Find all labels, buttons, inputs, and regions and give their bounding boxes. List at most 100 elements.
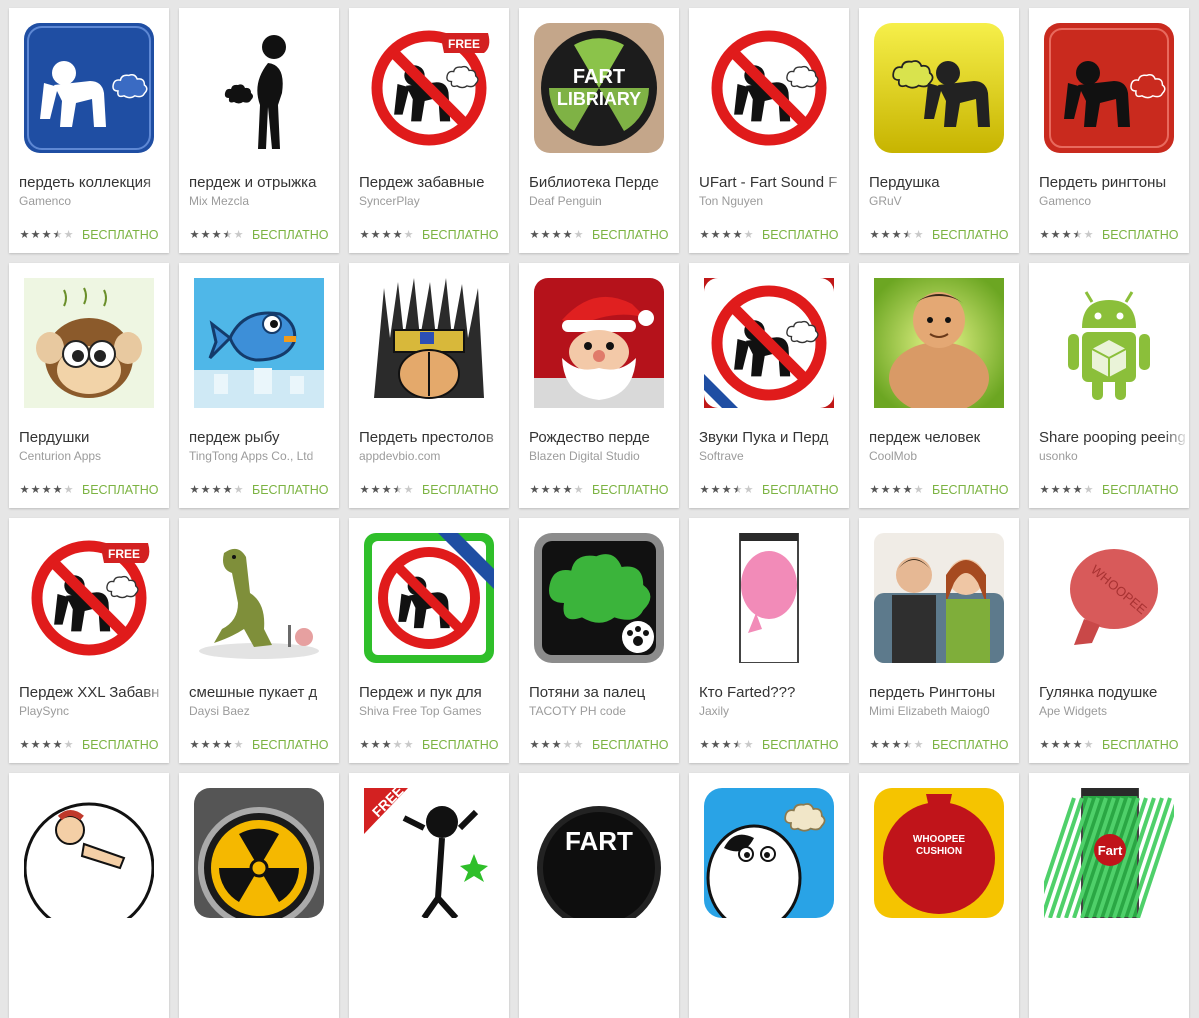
android-robot-icon[interactable] — [1044, 278, 1174, 408]
price-free-button[interactable]: БЕСПЛАТНО — [592, 483, 669, 497]
squatting-man-blue-icon[interactable] — [24, 23, 154, 153]
app-card[interactable]: UFart - Fart Sound F Ton Nguyen ★★★★★ БЕСПЛ… — [689, 8, 849, 253]
app-card[interactable]: пердеж человек CoolMob ★★★★★ БЕСПЛАТНО — [859, 263, 1019, 508]
price-free-button[interactable]: БЕСПЛАТНО — [762, 738, 839, 752]
app-title[interactable]: Пердушка — [869, 174, 1019, 191]
whoopee-cushion-red-icon[interactable]: WHOOPEE CUSHION — [874, 788, 1004, 918]
app-title[interactable]: Пердеж и пук для — [359, 684, 509, 701]
app-card[interactable]: FREE Пердеж забавные SyncerPlay ★★★★★ БЕСПЛА… — [349, 8, 509, 253]
price-free-button[interactable]: БЕСПЛАТНО — [252, 228, 329, 242]
santa-face-icon[interactable] — [534, 278, 664, 408]
price-free-button[interactable]: БЕСПЛАТНО — [1102, 738, 1179, 752]
app-developer[interactable]: Gamenco — [1039, 194, 1184, 208]
price-free-button[interactable]: БЕСПЛАТНО — [82, 483, 159, 497]
app-card[interactable]: Fart — [1029, 773, 1189, 1018]
no-fart-sign-free-icon[interactable]: FREE — [24, 533, 154, 663]
app-title[interactable]: Пердеж XXL Забавн — [19, 684, 169, 701]
price-free-button[interactable]: БЕСПЛАТНО — [1102, 228, 1179, 242]
app-card[interactable]: Share pooping peeing usonko ★★★★★ БЕСПЛАТНО — [1029, 263, 1189, 508]
app-developer[interactable]: Ton Nguyen — [699, 194, 844, 208]
laughing-people-photo-icon[interactable] — [874, 533, 1004, 663]
app-card[interactable]: FREE — [349, 773, 509, 1018]
app-title[interactable]: Звуки Пука и Перд — [699, 429, 849, 446]
app-card[interactable]: FART LIBRIARY Библиотека Перде Deaf Pengui… — [519, 8, 679, 253]
app-card[interactable]: FART — [519, 773, 679, 1018]
monkey-cartoon-icon[interactable] — [24, 278, 154, 408]
red-squatting-man-icon[interactable] — [1044, 23, 1174, 153]
no-fart-sign-free-icon[interactable]: FREE — [364, 23, 494, 153]
app-developer[interactable]: Gamenco — [19, 194, 164, 208]
app-card[interactable]: Пердушка GRuV ★★★★★ БЕСПЛАТНО — [859, 8, 1019, 253]
price-free-button[interactable]: БЕСПЛАТНО — [252, 738, 329, 752]
cartoon-man-icon[interactable] — [24, 788, 154, 918]
app-title[interactable]: пердеж и отрыжка — [189, 174, 339, 191]
no-fart-sign-free-ribbon-icon[interactable] — [704, 278, 834, 408]
app-card[interactable] — [689, 773, 849, 1018]
app-title[interactable]: UFart - Fart Sound F — [699, 174, 849, 191]
app-card[interactable] — [9, 773, 169, 1018]
price-free-button[interactable]: БЕСПЛАТНО — [592, 228, 669, 242]
no-fart-sign-icon[interactable] — [704, 23, 834, 153]
app-title[interactable]: Кто Farted??? — [699, 684, 849, 701]
app-card[interactable]: Пердушки Centurion Apps ★★★★★ БЕСПЛАТНО — [9, 263, 169, 508]
app-card[interactable]: пердеж и отрыжка Mix Mezcla ★★★★★ БЕСПЛАТНО — [179, 8, 339, 253]
app-developer[interactable]: Centurion Apps — [19, 449, 164, 463]
fart-library-radiation-icon[interactable]: FART LIBRIARY — [534, 23, 664, 153]
app-developer[interactable]: PlaySync — [19, 704, 164, 718]
app-title[interactable]: пердеть коллекция — [19, 174, 169, 191]
fart-phone-green-icon[interactable]: Fart — [1044, 788, 1174, 918]
stick-figure-cloud-icon[interactable] — [194, 23, 324, 153]
app-title[interactable]: Гулянка подушке — [1039, 684, 1189, 701]
app-title[interactable]: Пердеть престолов — [359, 429, 509, 446]
price-free-button[interactable]: БЕСПЛАТНО — [82, 738, 159, 752]
no-fart-green-free-icon[interactable] — [364, 533, 494, 663]
app-card[interactable]: Пердеть рингтоны Gamenco ★★★★★ БЕСПЛАТНО — [1029, 8, 1189, 253]
price-free-button[interactable]: БЕСПЛАТНО — [932, 738, 1009, 752]
app-card[interactable]: смешные пукает д Daysi Baez ★★★★★ БЕСПЛАТНО — [179, 518, 339, 763]
app-card[interactable]: пердеть Рингтоны Mimi Elizabeth Maiog0 ★★★… — [859, 518, 1019, 763]
app-title[interactable]: Пердушки — [19, 429, 169, 446]
price-free-button[interactable]: БЕСПЛАТНО — [422, 228, 499, 242]
app-developer[interactable]: TACOTY PH code — [529, 704, 674, 718]
price-free-button[interactable]: БЕСПЛАТНО — [932, 483, 1009, 497]
app-card[interactable]: Пердеть престолов appdevbio.com ★★★★★ БЕСПЛ… — [349, 263, 509, 508]
app-developer[interactable]: SyncerPlay — [359, 194, 504, 208]
app-developer[interactable]: GRuV — [869, 194, 1014, 208]
fat-man-icon[interactable] — [874, 278, 1004, 408]
app-developer[interactable]: Ape Widgets — [1039, 704, 1184, 718]
price-free-button[interactable]: БЕСПЛАТНО — [762, 228, 839, 242]
whoopee-cushion-icon[interactable]: WHOOPEE — [1044, 533, 1174, 663]
app-developer[interactable]: Daysi Baez — [189, 704, 334, 718]
app-developer[interactable]: TingTong Apps Co., Ltd — [189, 449, 334, 463]
price-free-button[interactable]: БЕСПЛАТНО — [592, 738, 669, 752]
app-developer[interactable]: usonko — [1039, 449, 1184, 463]
app-title[interactable]: пердеж рыбу — [189, 429, 339, 446]
app-title[interactable]: Потяни за палец — [529, 684, 679, 701]
dinosaur-icon[interactable] — [194, 533, 324, 663]
app-title[interactable]: Рождество перде — [529, 429, 679, 446]
pink-balloon-phone-icon[interactable] — [704, 533, 834, 663]
price-free-button[interactable]: БЕСПЛАТНО — [762, 483, 839, 497]
free-stick-figure-icon[interactable]: FREE — [364, 788, 494, 918]
app-title[interactable]: смешные пукает д — [189, 684, 339, 701]
app-developer[interactable]: Mimi Elizabeth Maiog0 — [869, 704, 1014, 718]
app-developer[interactable]: Deaf Penguin — [529, 194, 674, 208]
app-title[interactable]: пердеть Рингтоны — [869, 684, 1019, 701]
app-card[interactable]: пердеж рыбу TingTong Apps Co., Ltd ★★★★★ БЕ… — [179, 263, 339, 508]
app-card[interactable]: Кто Farted??? Jaxily ★★★★★ БЕСПЛАТНО — [689, 518, 849, 763]
app-card[interactable]: Звуки Пука и Перд Softrave ★★★★★ БЕСПЛАТНО — [689, 263, 849, 508]
app-card[interactable]: WHOOPEE Гулянка подушке Ape Widgets ★★★★★ БЕ… — [1029, 518, 1189, 763]
green-cloud-paw-icon[interactable] — [534, 533, 664, 663]
app-title[interactable]: Share pooping peeing — [1039, 429, 1189, 446]
yellow-fart-man-icon[interactable] — [874, 23, 1004, 153]
price-free-button[interactable]: БЕСПЛАТНО — [422, 738, 499, 752]
app-card[interactable] — [179, 773, 339, 1018]
price-free-button[interactable]: БЕСПЛАТНО — [422, 483, 499, 497]
price-free-button[interactable]: БЕСПЛАТНО — [1102, 483, 1179, 497]
app-developer[interactable]: Shiva Free Top Games — [359, 704, 504, 718]
price-free-button[interactable]: БЕСПЛАТНО — [252, 483, 329, 497]
app-developer[interactable]: Softrave — [699, 449, 844, 463]
app-developer[interactable]: Blazen Digital Studio — [529, 449, 674, 463]
app-card[interactable]: FREE Пердеж XXL Забавн PlaySync ★★★★★ БЕСПЛА… — [9, 518, 169, 763]
app-title[interactable]: Пердеж забавные — [359, 174, 509, 191]
